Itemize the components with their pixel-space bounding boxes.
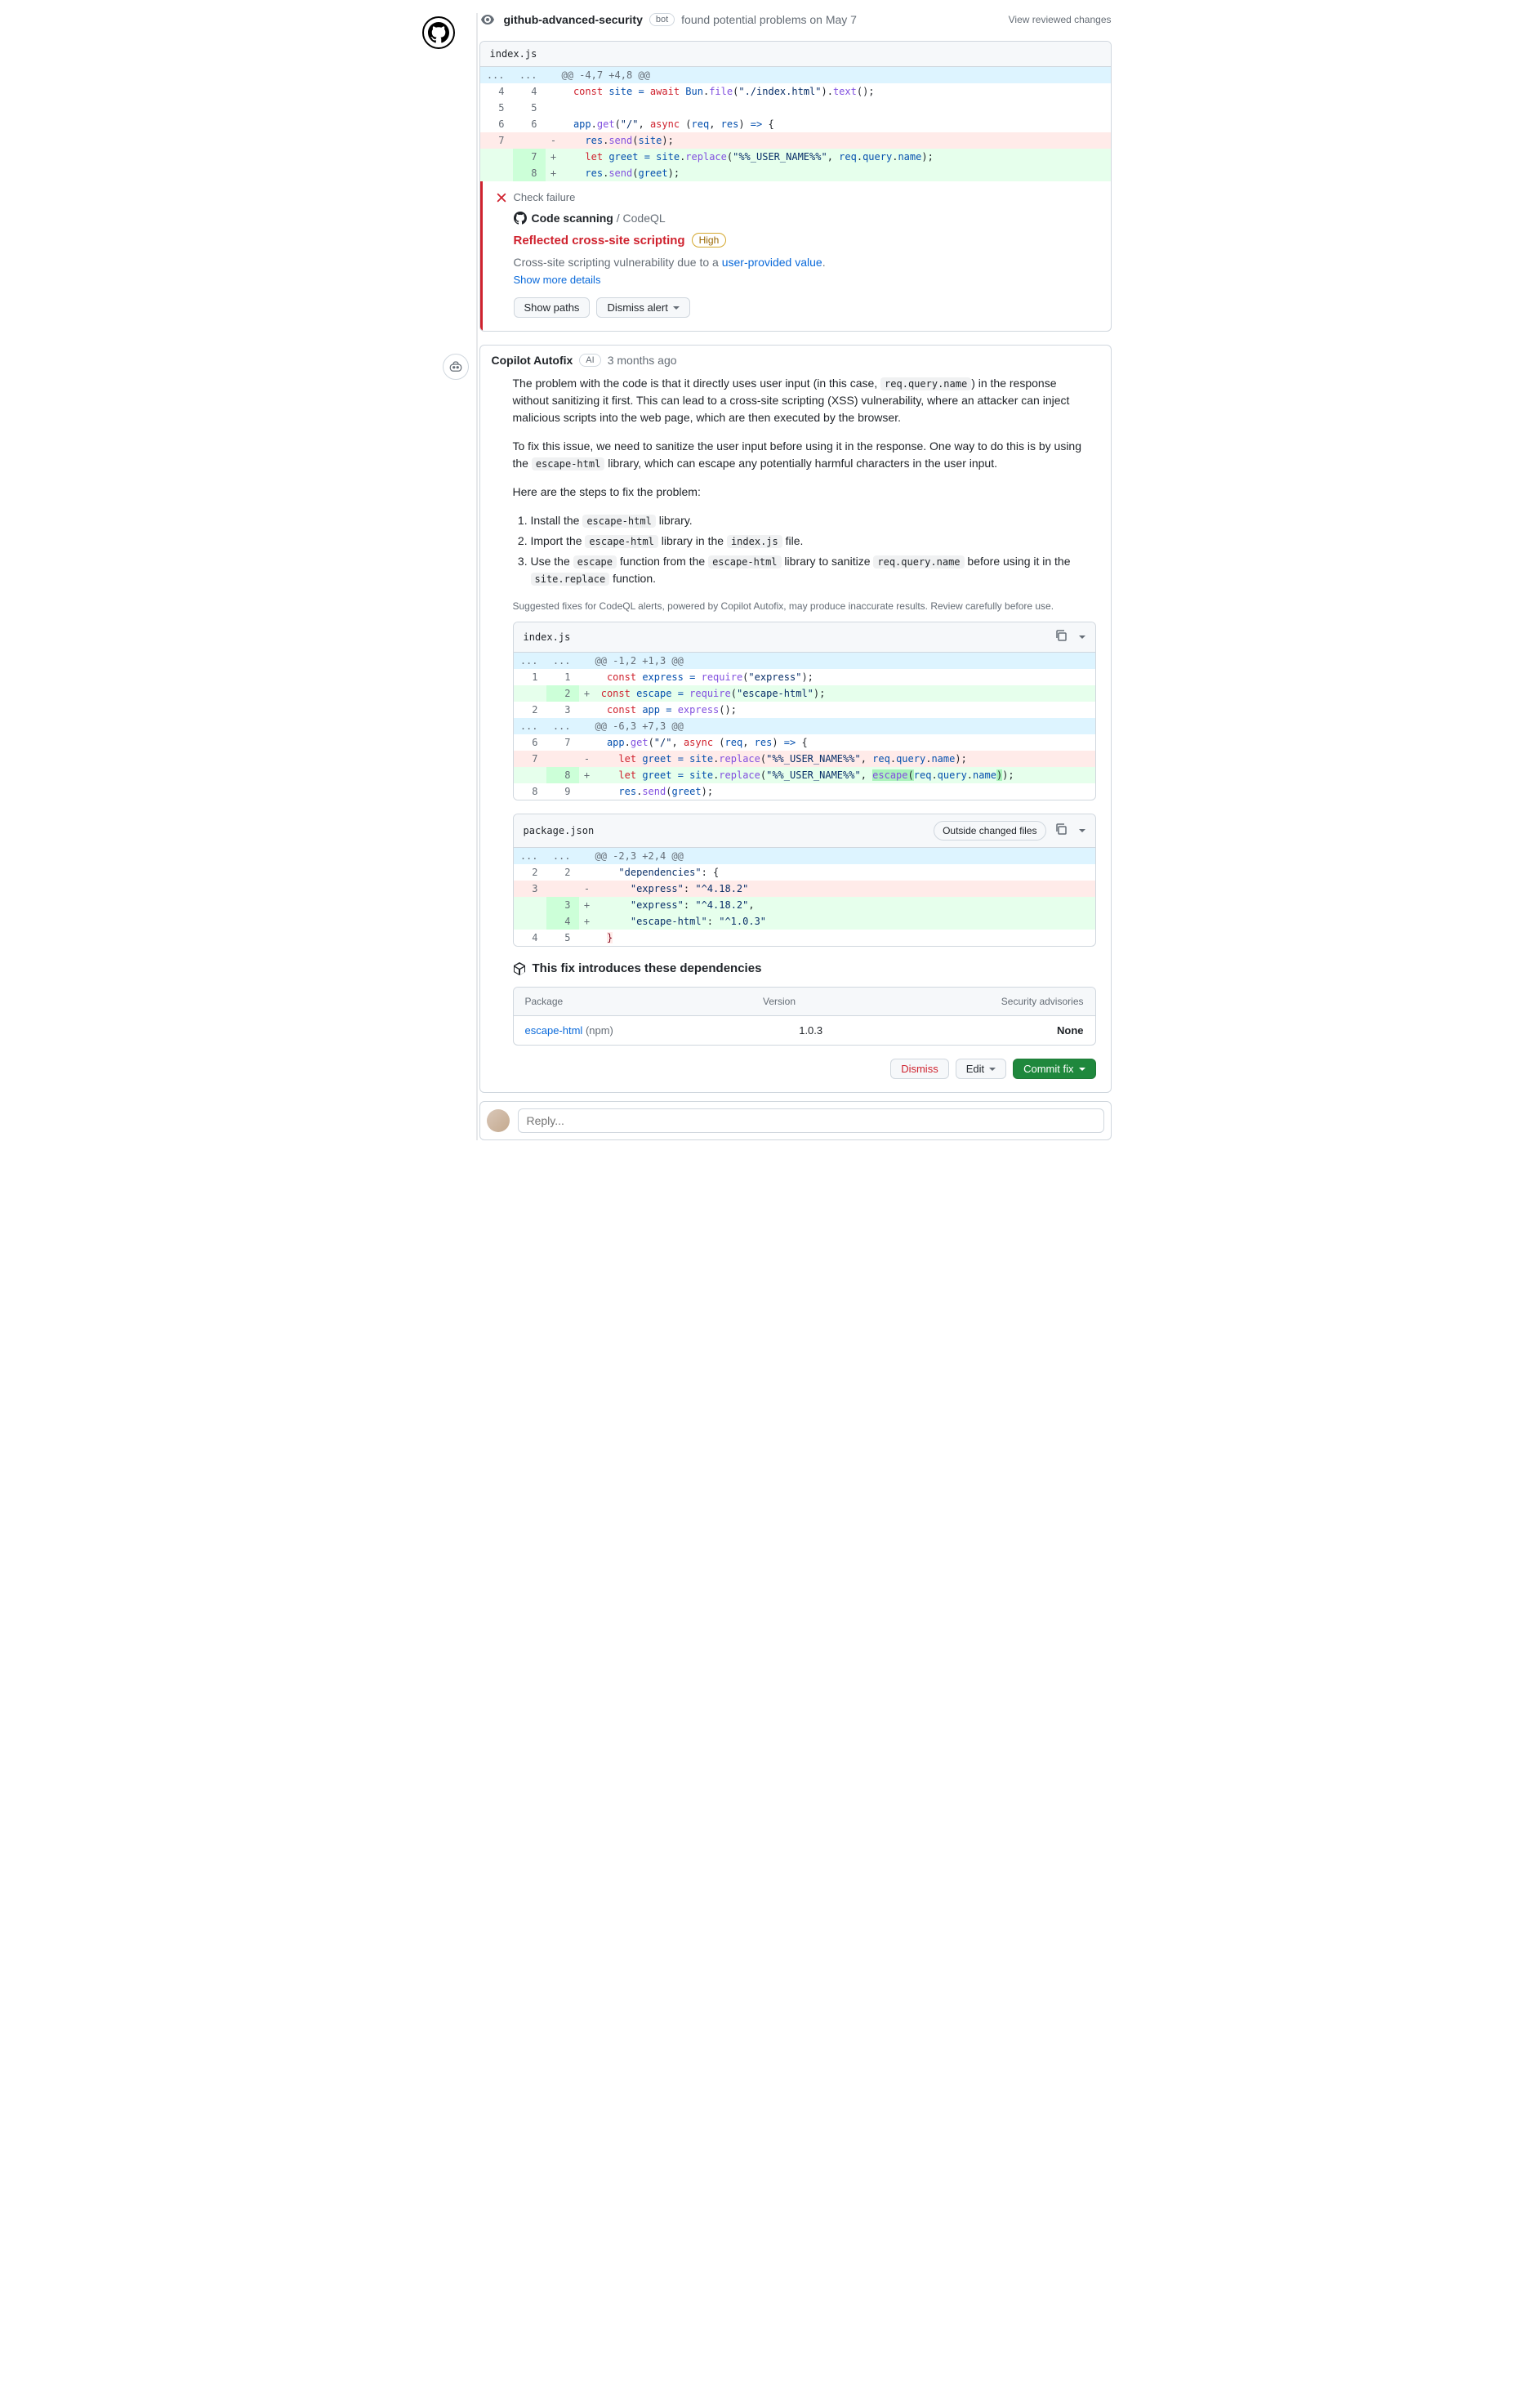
tool-label: / CodeQL <box>617 212 666 225</box>
copy-icon[interactable] <box>1054 629 1071 645</box>
deps-header: This fix introduces these dependencies <box>513 960 1096 979</box>
avatar <box>487 1109 510 1132</box>
filename: index.js <box>524 630 571 644</box>
action-text: found potential problems on May 7 <box>681 13 857 26</box>
scanning-label: Code scanning <box>532 212 613 225</box>
edit-button[interactable]: Edit <box>956 1059 1006 1079</box>
chevron-down-icon <box>673 306 680 310</box>
diff-line: app.get("/", async (req, res) => { <box>595 734 1095 751</box>
filename: index.js <box>490 48 537 60</box>
diff-line: const express = require("express"); <box>595 669 1095 685</box>
diff-line-del: res.send(site); <box>562 132 1111 149</box>
diff-line: const app = express(); <box>595 702 1095 718</box>
diff-panel-indexjs: index.js ......@@ -4,7 +4,8 @@ 44 const … <box>479 41 1112 332</box>
actor-name[interactable]: github-advanced-security <box>504 13 643 26</box>
list-item: Install the escape-html library. <box>531 512 1096 529</box>
list-item: Use the escape function from the escape-… <box>531 553 1096 587</box>
diff-line-add: const escape = require("escape-html"); <box>595 685 1095 702</box>
ai-badge: AI <box>579 354 600 367</box>
diff-line-del: let greet = site.replace("%%_USER_NAME%%… <box>595 751 1095 767</box>
col-package: Package <box>514 988 751 1016</box>
col-version: Version <box>751 988 870 1016</box>
disclaimer-note: Suggested fixes for CodeQL alerts, power… <box>513 599 1096 613</box>
dismiss-alert-button[interactable]: Dismiss alert <box>596 297 689 318</box>
hunk-header: @@ -2,3 +2,4 @@ <box>595 848 1095 864</box>
show-more-details-link[interactable]: Show more details <box>514 274 601 286</box>
autofix-name: Copilot Autofix <box>492 354 573 367</box>
severity-badge: High <box>692 233 727 247</box>
table-row: escape-html (npm) 1.0.3 None <box>514 1016 1095 1046</box>
action-row: Dismiss Edit Commit fix <box>513 1059 1096 1079</box>
registry-label: (npm) <box>586 1024 613 1037</box>
diff-line: app.get("/", async (req, res) => { <box>562 116 1111 132</box>
autofix-comment: Copilot Autofix AI 3 months ago The prob… <box>479 345 1112 1093</box>
review-header: github-advanced-security bot found poten… <box>479 13 1112 26</box>
fix-steps-list: Install the escape-html library. Import … <box>513 512 1096 587</box>
alert-title: Reflected cross-site scripting <box>514 234 685 247</box>
outside-changed-chip: Outside changed files <box>934 821 1045 841</box>
diff-line-add: "escape-html": "^1.0.3" <box>595 913 1095 930</box>
diff-line-add: "express": "^4.18.2", <box>595 897 1095 913</box>
diff-line <box>562 100 1111 116</box>
chevron-down-icon[interactable] <box>1079 829 1085 832</box>
reply-input[interactable] <box>518 1108 1104 1133</box>
copy-icon[interactable] <box>1054 823 1071 839</box>
hunk-header: @@ -1,2 +1,3 @@ <box>595 653 1095 669</box>
col-security: Security advisories <box>870 988 1094 1016</box>
check-failure-label: Check failure <box>514 191 576 203</box>
deps-table: Package Version Security advisories esca… <box>513 987 1096 1046</box>
hunk-header: @@ -4,7 +4,8 @@ <box>562 67 1111 83</box>
code-scanning-alert: Check failure Code scanning / CodeQL Ref… <box>480 181 1111 331</box>
dismiss-button[interactable]: Dismiss <box>890 1059 949 1079</box>
version-cell: 1.0.3 <box>751 1016 870 1046</box>
filename: package.json <box>524 823 595 838</box>
autofix-paragraph: The problem with the code is that it dir… <box>513 375 1096 426</box>
diff-line-add: res.send(greet); <box>562 165 1111 181</box>
diff-line-del: "express": "^4.18.2" <box>595 881 1095 897</box>
file-header: index.js <box>480 42 1111 67</box>
autofix-paragraph: To fix this issue, we need to sanitize t… <box>513 438 1096 472</box>
github-icon <box>514 212 527 225</box>
commit-fix-button[interactable]: Commit fix <box>1013 1059 1095 1079</box>
diff-line: "dependencies": { <box>595 864 1095 881</box>
hunk-header: @@ -6,3 +7,3 @@ <box>595 718 1095 734</box>
copilot-icon <box>443 354 469 380</box>
diff-table: ......@@ -4,7 +4,8 @@ 44 const site = aw… <box>480 67 1111 181</box>
autofix-time: 3 months ago <box>608 354 677 367</box>
diff-line: const site = await Bun.file("./index.htm… <box>562 83 1111 100</box>
list-item: Import the escape-html library in the in… <box>531 533 1096 550</box>
alert-description: Cross-site scripting vulnerability due t… <box>514 256 1098 269</box>
github-logo <box>422 16 455 49</box>
show-paths-button[interactable]: Show paths <box>514 297 591 318</box>
view-reviewed-changes-link[interactable]: View reviewed changes <box>1009 14 1112 25</box>
bot-badge: bot <box>649 13 675 26</box>
eye-icon <box>481 13 494 26</box>
diff-line-add: let greet = site.replace("%%_USER_NAME%%… <box>562 149 1111 165</box>
x-icon <box>496 192 507 203</box>
package-link[interactable]: escape-html <box>525 1024 583 1037</box>
diff-line: } <box>595 930 1095 946</box>
suggested-diff-packagejson: package.json Outside changed files .....… <box>513 814 1096 947</box>
diff-line-add: let greet = site.replace("%%_USER_NAME%%… <box>595 767 1095 783</box>
user-provided-value-link[interactable]: user-provided value <box>722 256 822 269</box>
chevron-down-icon[interactable] <box>1079 635 1085 639</box>
diff-line: res.send(greet); <box>595 783 1095 800</box>
chevron-down-icon <box>989 1068 996 1071</box>
security-cell: None <box>870 1016 1094 1046</box>
suggested-diff-indexjs: index.js ......@@ -1,2 +1,3 @@ 11 const … <box>513 622 1096 800</box>
chevron-down-icon <box>1079 1068 1085 1071</box>
autofix-paragraph: Here are the steps to fix the problem: <box>513 484 1096 501</box>
reply-row <box>479 1101 1112 1140</box>
